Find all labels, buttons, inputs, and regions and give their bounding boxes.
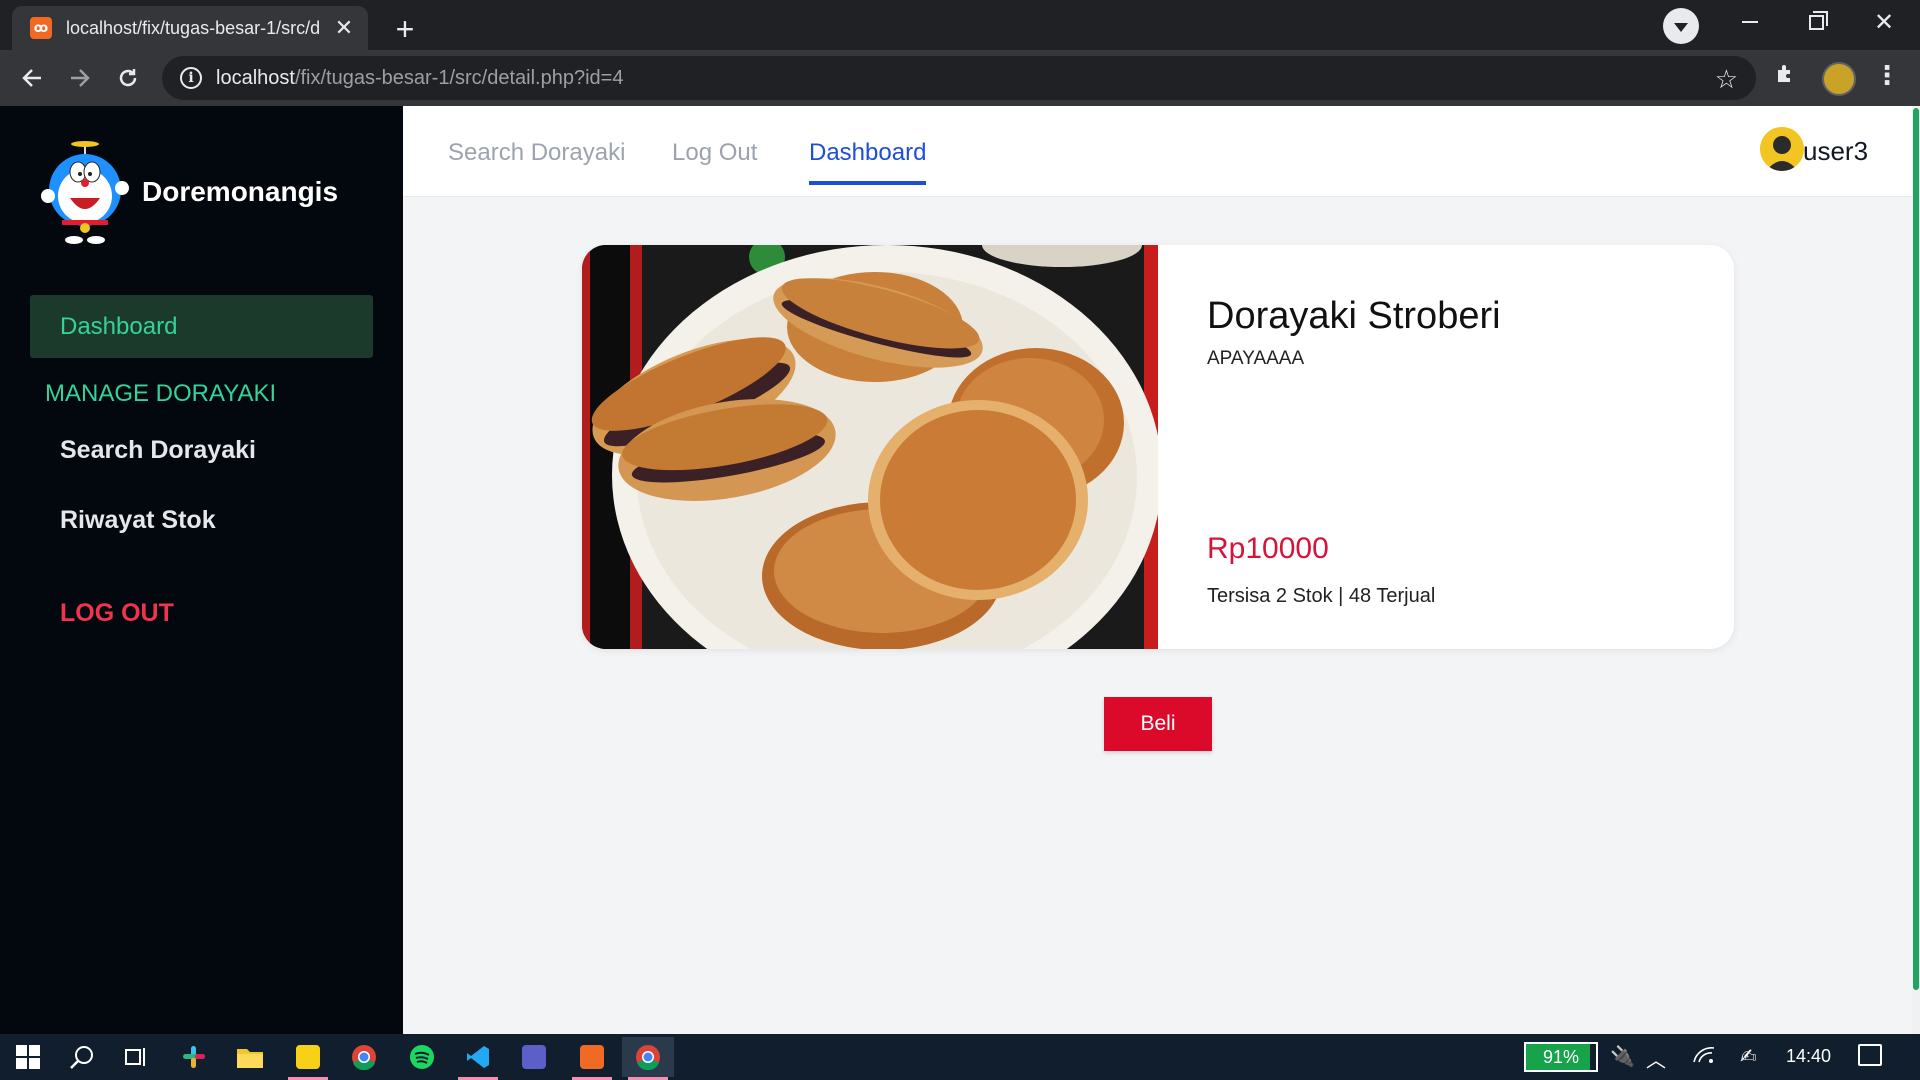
tab-title: localhost/fix/tugas-besar-1/src/d <box>66 17 321 38</box>
sidebar-logout-link[interactable]: LOG OUT <box>60 599 174 628</box>
notification-center-icon[interactable] <box>1858 1044 1882 1066</box>
teams-icon[interactable] <box>508 1037 560 1077</box>
reload-icon[interactable] <box>108 58 148 98</box>
bookmark-star-icon[interactable]: ☆ <box>1715 64 1738 95</box>
back-arrow-icon[interactable] <box>12 58 52 98</box>
pen-icon[interactable]: ✍ <box>1740 1044 1757 1069</box>
sticky-notes-icon[interactable] <box>282 1037 334 1080</box>
battery-percent: 91% <box>1542 1047 1580 1067</box>
new-tab-button[interactable]: + <box>384 8 426 50</box>
window-minimize-button[interactable] <box>1718 0 1782 44</box>
file-explorer-icon[interactable] <box>224 1037 276 1077</box>
spotify-icon[interactable] <box>396 1037 448 1077</box>
vscode-icon[interactable] <box>452 1037 504 1080</box>
sidebar-item-dashboard[interactable]: Dashboard <box>30 295 373 358</box>
sidebar-item-riwayat-stok[interactable]: Riwayat Stok <box>60 506 216 535</box>
product-image <box>582 245 1162 649</box>
sidebar-section-heading: MANAGE DORAYAKI <box>45 380 277 407</box>
window-restore-button[interactable] <box>1784 0 1848 44</box>
windows-taskbar: 91% 🔌 ︿ ✍ 14:40 <box>0 1034 1920 1080</box>
page-viewport: Doremonangis Dashboard MANAGE DORAYAKI S… <box>0 106 1920 1034</box>
product-name: Dorayaki Stroberi <box>1207 295 1501 337</box>
extensions-puzzle-icon[interactable] <box>1774 62 1798 93</box>
windows-start-icon[interactable] <box>2 1037 54 1077</box>
scrollbar-thumb[interactable] <box>1913 108 1919 990</box>
search-icon[interactable] <box>56 1037 108 1077</box>
buy-button[interactable]: Beli <box>1104 697 1212 751</box>
browser-tab[interactable]: ꝏ localhost/fix/tugas-besar-1/src/d ✕ <box>12 6 368 50</box>
tab-search-icon[interactable] <box>1663 8 1699 44</box>
product-stock-info: Tersisa 2 Stok | 48 Terjual <box>1207 585 1436 607</box>
browser-menu-icon[interactable]: ⋮ <box>1874 60 1900 91</box>
sidebar: Doremonangis Dashboard MANAGE DORAYAKI S… <box>0 106 403 1034</box>
browser-toolbar: i localhost/fix/tugas-besar-1/src/detail… <box>0 50 1920 106</box>
chevron-up-icon[interactable]: ︿ <box>1646 1044 1666 1073</box>
product-description: APAYAAAA <box>1207 348 1305 369</box>
chrome-icon[interactable] <box>338 1037 390 1077</box>
tab-dashboard[interactable]: Dashboard <box>809 139 927 185</box>
browser-titlebar: ꝏ localhost/fix/tugas-besar-1/src/d ✕ + … <box>0 0 1920 50</box>
doraemon-logo-icon <box>40 140 130 244</box>
battery-indicator[interactable]: 91% <box>1524 1042 1598 1072</box>
task-view-icon[interactable] <box>110 1037 162 1077</box>
window-close-button[interactable]: ✕ <box>1852 0 1916 44</box>
system-clock[interactable]: 14:40 <box>1786 1046 1831 1067</box>
product-price: Rp10000 <box>1207 532 1329 565</box>
xampp-favicon-icon: ꝏ <box>30 17 52 39</box>
address-bar[interactable]: i localhost/fix/tugas-besar-1/src/detail… <box>162 56 1756 100</box>
slack-icon[interactable] <box>168 1037 220 1077</box>
xampp-icon[interactable] <box>566 1037 618 1080</box>
tab-search-dorayaki[interactable]: Search Dorayaki <box>448 139 625 181</box>
page-scrollbar[interactable] <box>1912 106 1920 1034</box>
product-detail-card: Dorayaki Stroberi APAYAAAA Rp10000 Tersi… <box>582 245 1734 649</box>
forward-arrow-icon[interactable] <box>60 58 100 98</box>
site-info-icon[interactable]: i <box>180 67 202 89</box>
profile-avatar-icon[interactable] <box>1822 62 1856 96</box>
tab-close-icon[interactable]: ✕ <box>332 15 356 41</box>
wifi-icon[interactable] <box>1692 1044 1716 1070</box>
tab-log-out[interactable]: Log Out <box>672 139 757 181</box>
user-name[interactable]: user3 <box>1803 136 1868 167</box>
sidebar-item-search-dorayaki[interactable]: Search Dorayaki <box>60 436 256 465</box>
top-navigation: Search Dorayaki Log Out Dashboard user3 <box>403 106 1912 197</box>
address-url[interactable]: localhost/fix/tugas-besar-1/src/detail.p… <box>216 67 623 90</box>
brand-name: Doremonangis <box>142 176 339 207</box>
brand[interactable]: Doremonangis <box>40 140 338 244</box>
user-avatar[interactable] <box>1760 127 1804 171</box>
power-plug-icon[interactable]: 🔌 <box>1610 1044 1635 1069</box>
chrome-active-icon[interactable] <box>622 1037 674 1080</box>
